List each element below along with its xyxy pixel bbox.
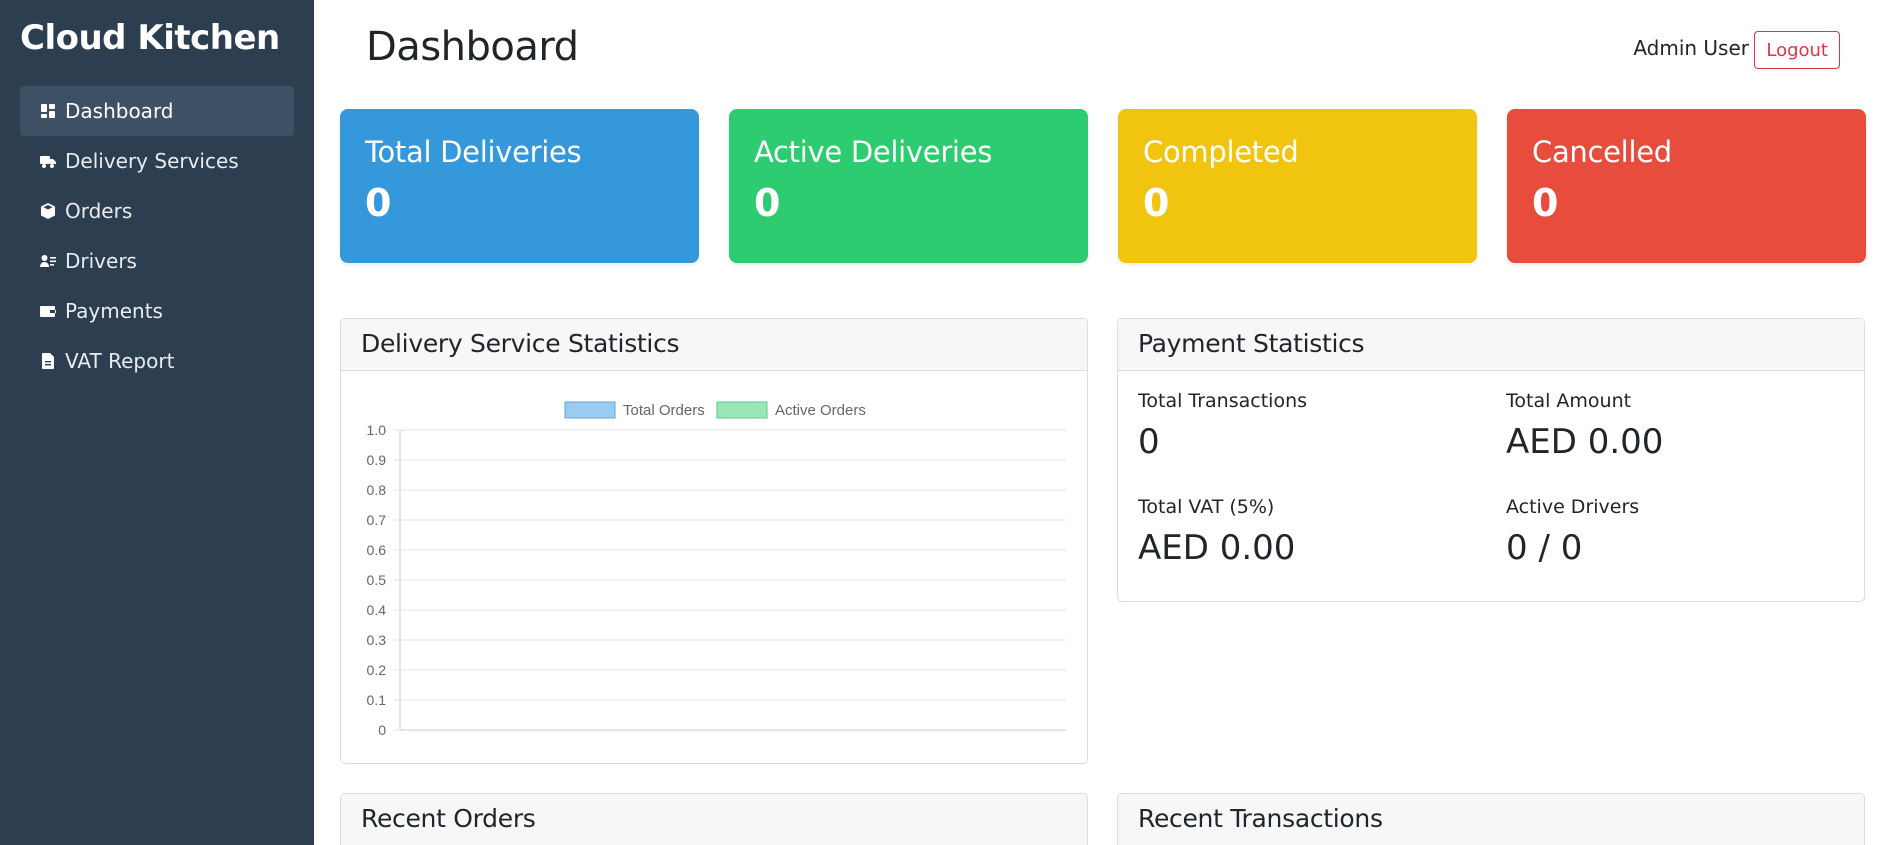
y-tick-label: 0.7: [367, 512, 387, 528]
sidebar-item-label: Dashboard: [65, 99, 174, 123]
y-tick-label: 0.9: [367, 452, 387, 468]
sidebar-item-delivery-services[interactable]: Delivery Services: [20, 136, 294, 186]
stat-label: Total Deliveries: [365, 135, 582, 169]
stat-active-drivers: Active Drivers 0 / 0: [1506, 496, 1864, 568]
delivery-stats-chart: Total Orders Active Orders 1.0 0.9 0.8 0.7 0.…: [367, 401, 1066, 738]
stat-value: 0: [1138, 422, 1160, 462]
sidebar-item-drivers[interactable]: Drivers: [20, 236, 294, 286]
stat-card-active-deliveries: Active Deliveries 0: [729, 109, 1088, 263]
stat-label: Cancelled: [1532, 135, 1672, 169]
y-tick-label: 0.1: [367, 692, 387, 708]
truck-icon: [40, 153, 56, 169]
y-tick-label: 0.3: [367, 632, 387, 648]
person-badge-icon: [40, 253, 56, 269]
stat-total-vat: Total VAT (5%) AED 0.00: [1138, 496, 1498, 568]
card-title: Payment Statistics: [1118, 319, 1864, 371]
stat-value: 0 / 0: [1506, 528, 1583, 568]
logout-button[interactable]: Logout: [1754, 31, 1840, 69]
legend-label: Active Orders: [775, 402, 866, 419]
sidebar-item-label: Orders: [65, 199, 133, 223]
stat-value: 0: [1532, 181, 1559, 225]
card-title: Delivery Service Statistics: [341, 319, 1087, 371]
y-tick-label: 1.0: [367, 422, 387, 438]
card-title: Recent Orders: [341, 794, 1087, 845]
dashboard-icon: [40, 103, 56, 119]
stat-card-total-deliveries: Total Deliveries 0: [340, 109, 699, 263]
main-content: Dashboard Admin User Logout Total Delive…: [314, 0, 1892, 845]
brand-title: Cloud Kitchen: [20, 18, 280, 58]
topbar: Dashboard Admin User Logout: [340, 0, 1866, 108]
stat-label: Active Deliveries: [754, 135, 993, 169]
stat-value: AED 0.00: [1506, 422, 1664, 462]
box-icon: [40, 203, 56, 219]
recent-orders-card: Recent Orders: [340, 793, 1088, 845]
y-tick-label: 0.8: [367, 482, 387, 498]
delivery-stats-card: Delivery Service Statistics Total Orders…: [340, 318, 1088, 764]
recent-transactions-card: Recent Transactions: [1117, 793, 1865, 845]
stat-label: Active Drivers: [1506, 496, 1640, 518]
sidebar-nav: Dashboard Delivery Services Orders Drive…: [20, 86, 294, 386]
user-name: Admin User: [1633, 36, 1749, 60]
stat-value: 0: [1143, 181, 1170, 225]
sidebar-item-label: Payments: [65, 299, 163, 323]
payment-stats-card: Payment Statistics Total Transactions 0 …: [1117, 318, 1865, 602]
stat-label: Total Transactions: [1138, 390, 1308, 412]
stat-value: 0: [754, 181, 781, 225]
sidebar-item-label: Drivers: [65, 249, 137, 273]
sidebar-item-payments[interactable]: Payments: [20, 286, 294, 336]
sidebar-item-label: VAT Report: [65, 349, 175, 373]
stat-card-cancelled: Cancelled 0: [1507, 109, 1866, 263]
document-icon: [40, 353, 56, 369]
sidebar: Cloud Kitchen Dashboard Delivery Service…: [0, 0, 314, 845]
stat-total-amount: Total Amount AED 0.00: [1506, 390, 1864, 462]
stat-total-transactions: Total Transactions 0: [1138, 390, 1498, 462]
page-title: Dashboard: [366, 24, 579, 70]
y-tick-label: 0: [378, 722, 386, 738]
stat-value: AED 0.00: [1138, 528, 1296, 568]
stat-value: 0: [365, 181, 392, 225]
sidebar-item-label: Delivery Services: [65, 149, 239, 173]
wallet-icon: [40, 303, 56, 319]
y-tick-label: 0.5: [367, 572, 387, 588]
legend-swatch-total-orders[interactable]: [564, 401, 616, 419]
card-title: Recent Transactions: [1118, 794, 1864, 845]
sidebar-item-orders[interactable]: Orders: [20, 186, 294, 236]
stat-label: Total Amount: [1506, 390, 1632, 412]
legend-swatch-active-orders[interactable]: [716, 401, 768, 419]
y-tick-label: 0.2: [367, 662, 387, 678]
stat-label: Total VAT (5%): [1138, 496, 1275, 518]
y-tick-label: 0.6: [367, 542, 387, 558]
sidebar-item-dashboard[interactable]: Dashboard: [20, 86, 294, 136]
legend-label: Total Orders: [623, 402, 705, 419]
sidebar-item-vat-report[interactable]: VAT Report: [20, 336, 294, 386]
y-tick-label: 0.4: [367, 602, 387, 618]
stat-card-completed: Completed 0: [1118, 109, 1477, 263]
stat-label: Completed: [1143, 135, 1299, 169]
